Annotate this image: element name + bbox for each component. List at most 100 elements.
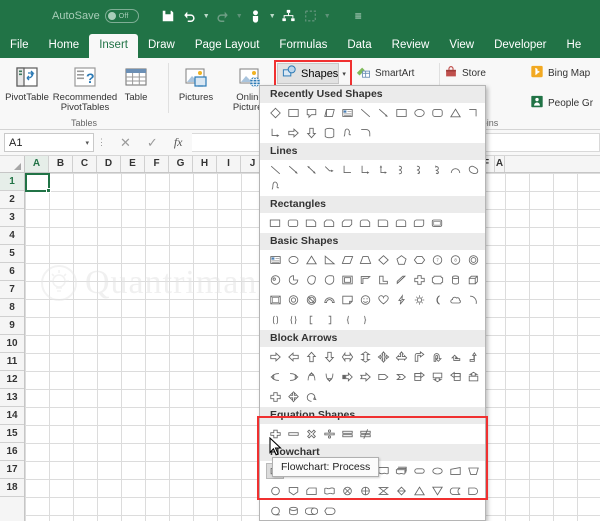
shape-heptagon[interactable]: 7 <box>428 252 446 268</box>
column-header-A[interactable]: A <box>25 156 49 172</box>
shape-can[interactable] <box>446 272 464 288</box>
row-header-5[interactable]: 5 <box>0 245 24 263</box>
shape-elbow-connector[interactable] <box>464 105 482 121</box>
row-header-12[interactable]: 12 <box>0 371 24 389</box>
shape-lightning-bolt[interactable] <box>392 292 410 308</box>
shape-flowchart-extract[interactable] <box>410 483 428 499</box>
shape-cross-arrow[interactable] <box>266 389 284 405</box>
pivottable-button[interactable]: PivotTable <box>0 61 54 117</box>
shape-curved-up-arrow[interactable] <box>302 369 320 385</box>
recommended-pivottables-button[interactable]: ? Recommended PivotTables <box>54 61 116 117</box>
shape-elbow-connector[interactable] <box>338 162 356 178</box>
shape-flowchart-sort[interactable] <box>392 483 410 499</box>
shape-line[interactable] <box>266 162 284 178</box>
shape-sun[interactable] <box>410 292 428 308</box>
shape-elbow-double-arrow[interactable] <box>374 162 392 178</box>
shape-rectangle-2[interactable] <box>392 105 410 121</box>
shape-notched-right-arrow[interactable] <box>356 369 374 385</box>
row-header-17[interactable]: 17 <box>0 461 24 479</box>
shape-snip-same-side-corner[interactable] <box>320 215 338 231</box>
active-cell-A1[interactable] <box>25 173 50 192</box>
shape-triangle[interactable] <box>446 105 464 121</box>
shape-rectangle[interactable] <box>284 105 302 121</box>
row-header-14[interactable]: 14 <box>0 407 24 425</box>
shape-flowchart-manual-input[interactable] <box>446 463 464 479</box>
shape-flowchart-connector[interactable] <box>266 483 284 499</box>
shape-flowchart-or[interactable] <box>356 483 374 499</box>
shape-quad-arrow-callout[interactable] <box>284 389 302 405</box>
shape-arc[interactable] <box>356 125 374 141</box>
shape-curved-down-arrow[interactable] <box>320 369 338 385</box>
column-header-G[interactable]: G <box>169 156 193 172</box>
formula-bar-grip[interactable]: ⋮ <box>94 137 110 148</box>
shape-parallelogram[interactable] <box>338 252 356 268</box>
shape-diamond[interactable] <box>374 252 392 268</box>
pictures-button[interactable]: Pictures <box>169 61 223 130</box>
shape-flowchart-card[interactable] <box>302 483 320 499</box>
tab-page-layout[interactable]: Page Layout <box>185 34 270 58</box>
shape-oval[interactable] <box>410 105 428 121</box>
shape-curved-arrow-connector[interactable] <box>410 162 428 178</box>
shape-flowchart-summing-junction[interactable] <box>338 483 356 499</box>
redo-icon[interactable] <box>212 4 234 28</box>
people-graph-button[interactable]: People Gr <box>526 93 597 113</box>
row-header-10[interactable]: 10 <box>0 335 24 353</box>
shape-octagon[interactable]: 8 <box>446 252 464 268</box>
shape-up-arrow-callout[interactable] <box>464 369 482 385</box>
shape-folded-corner[interactable] <box>338 292 356 308</box>
shape-flowchart-punched-tape[interactable] <box>320 483 338 499</box>
shape-frame[interactable] <box>338 272 356 288</box>
shape-elbow-arrow[interactable] <box>266 125 284 141</box>
shape-multiply-sign[interactable] <box>302 426 320 442</box>
shape-bent-arrow[interactable] <box>410 349 428 365</box>
selection-caret[interactable]: ▼ <box>322 4 333 28</box>
undo-dropdown-caret[interactable]: ▼ <box>201 4 212 28</box>
row-header-6[interactable]: 6 <box>0 263 24 281</box>
tab-formulas[interactable]: Formulas <box>269 34 337 58</box>
shape-freeform[interactable] <box>464 162 482 178</box>
shape-cross[interactable] <box>410 272 428 288</box>
shape-left-bracket-2[interactable] <box>302 312 320 328</box>
shape-chord[interactable] <box>302 272 320 288</box>
shape-right-arrow[interactable] <box>266 349 284 365</box>
shape-left-right-arrow[interactable] <box>338 349 356 365</box>
shape-flowchart-preparation[interactable] <box>428 463 446 479</box>
row-header-13[interactable]: 13 <box>0 389 24 407</box>
shape-division-sign[interactable] <box>320 426 338 442</box>
shape-triangle[interactable] <box>302 252 320 268</box>
shape-pie[interactable] <box>284 272 302 288</box>
shape-half-frame[interactable] <box>356 272 374 288</box>
shape-moon[interactable] <box>428 292 446 308</box>
tab-developer[interactable]: Developer <box>484 34 556 58</box>
shape-arc[interactable] <box>446 162 464 178</box>
shape-chevron[interactable] <box>392 369 410 385</box>
shape-flowchart-terminator[interactable] <box>410 463 428 479</box>
autosave-control[interactable]: AutoSave Off <box>52 9 139 23</box>
shape-arc[interactable] <box>464 292 482 308</box>
shape-scribble[interactable] <box>266 178 284 194</box>
shape-block-arc[interactable] <box>320 292 338 308</box>
shape-bent-up-arrow-split[interactable] <box>392 349 410 365</box>
smartart-button[interactable]: SmartArt <box>351 63 431 83</box>
enter-icon[interactable]: ✓ <box>147 135 158 151</box>
shape-teardrop[interactable] <box>320 272 338 288</box>
row-header-8[interactable]: 8 <box>0 299 24 317</box>
tab-insert[interactable]: Insert <box>89 34 138 58</box>
column-header-I[interactable]: I <box>217 156 241 172</box>
row-header-16[interactable]: 16 <box>0 443 24 461</box>
shape-line[interactable] <box>356 105 374 121</box>
row-header-11[interactable]: 11 <box>0 353 24 371</box>
name-box-caret-icon[interactable]: ▾ <box>85 139 89 147</box>
bing-maps-button[interactable]: Bing Map <box>526 63 597 83</box>
shape-flowchart-delay[interactable] <box>464 483 482 499</box>
row-header-18[interactable]: 18 <box>0 479 24 497</box>
autosave-toggle[interactable]: Off <box>105 9 139 23</box>
row-header-3[interactable]: 3 <box>0 209 24 227</box>
shapes-dropdown-menu[interactable]: Recently Used Shapes Lines <box>259 85 486 521</box>
row-header-1[interactable]: 1 <box>0 173 24 191</box>
shape-flowchart-data[interactable] <box>320 105 338 121</box>
shape-flowchart-multidocument[interactable] <box>392 463 410 479</box>
shape-flowchart-off-page-connector[interactable] <box>284 483 302 499</box>
shape-cube[interactable] <box>464 272 482 288</box>
cancel-icon[interactable]: ✕ <box>120 135 131 151</box>
